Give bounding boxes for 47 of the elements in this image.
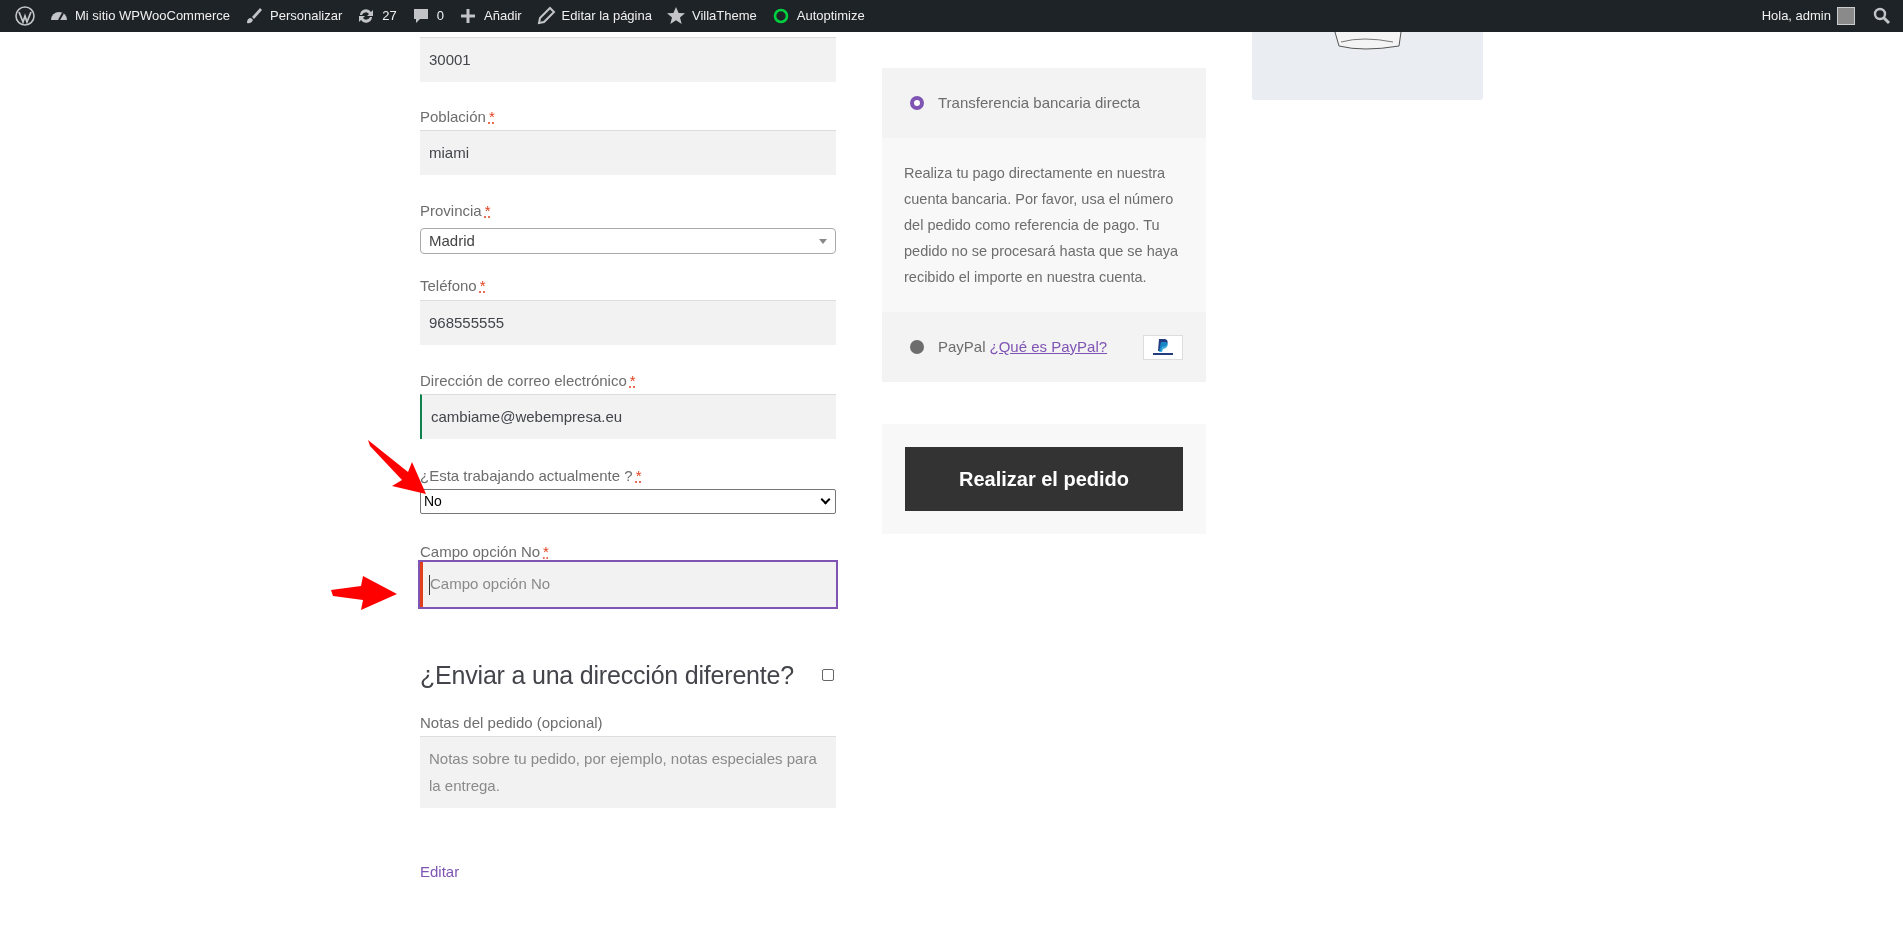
field-label: Campo opción No <box>420 543 541 561</box>
admin-bar-link[interactable]: Añadir <box>451 0 529 32</box>
star-icon <box>665 6 686 26</box>
pencil-icon <box>535 6 556 26</box>
admin-bar-link[interactable]: 0 <box>403 0 452 32</box>
admin-bar-link[interactable]: Personalizar <box>237 0 350 32</box>
annotation-arrow-icon <box>331 576 397 610</box>
field-label: Población <box>420 108 486 126</box>
province-dropdown[interactable]: Madrid <box>420 228 836 254</box>
admin-bar-link[interactable]: Mi sitio WPWooCommerce <box>42 0 238 32</box>
input-field[interactable]: miami <box>420 130 836 175</box>
wordpress-logo-icon <box>15 6 35 26</box>
required-mark: * <box>488 108 495 126</box>
paypal-info-link[interactable]: ¿Qué es PayPal? <box>989 335 1108 359</box>
greeting-link[interactable]: Hola, admin <box>1761 6 1831 26</box>
input-field[interactable]: 968555555 <box>420 300 836 345</box>
field-label: Notas del pedido (opcional) <box>420 714 603 732</box>
admin-bar-link[interactable]: 27 <box>349 0 404 32</box>
required-mark: * <box>543 543 549 561</box>
dropdown-arrow-icon <box>819 238 827 244</box>
required-mark: * <box>484 202 491 220</box>
field-label: Provincia <box>420 202 482 220</box>
avatar-placeholder <box>1837 7 1855 25</box>
required-mark: * <box>635 467 642 485</box>
paintbrush-icon <box>244 6 265 26</box>
payment-method-label: PayPal <box>938 336 986 357</box>
required-mark: * <box>479 277 486 295</box>
input-field[interactable]: 30001 <box>420 37 836 82</box>
radio-button[interactable] <box>910 96 924 110</box>
field-label: Dirección de correo electrónico <box>420 372 627 390</box>
search-icon[interactable] <box>1873 7 1891 25</box>
payment-description: Realiza tu pago directamente en nuestra cuenta bancaria. Por favor, usa el número del pedido como referencia de pago. Tu pedido no se procesará hasta que se haya recibido el importe en nuestra cuenta. <box>882 138 1206 312</box>
text-cursor <box>429 574 430 595</box>
required-mark: * <box>629 372 636 390</box>
field-label: Teléfono <box>420 277 477 295</box>
edit-link[interactable]: Editar <box>420 862 460 882</box>
ship-different-checkbox[interactable] <box>822 669 834 681</box>
admin-bar-link[interactable]: Autoptimize <box>763 0 872 32</box>
section-heading: ¿Enviar a una dirección diferente? <box>420 660 794 691</box>
payment-method-label: Transferencia bancaria directa <box>938 92 1141 113</box>
answer-dropdown[interactable]: No <box>420 489 836 514</box>
admin-bar-link[interactable]: VillaTheme <box>658 0 764 32</box>
place-order-button[interactable]: Realizar el pedido <box>905 447 1183 511</box>
field-label: ¿Esta trabajando actualmente ? <box>420 467 633 485</box>
radio-button[interactable] <box>910 340 924 354</box>
admin-bar-link[interactable]: Editar la página <box>528 0 659 32</box>
input-field[interactable]: cambiame@webempresa.eu <box>420 394 836 439</box>
